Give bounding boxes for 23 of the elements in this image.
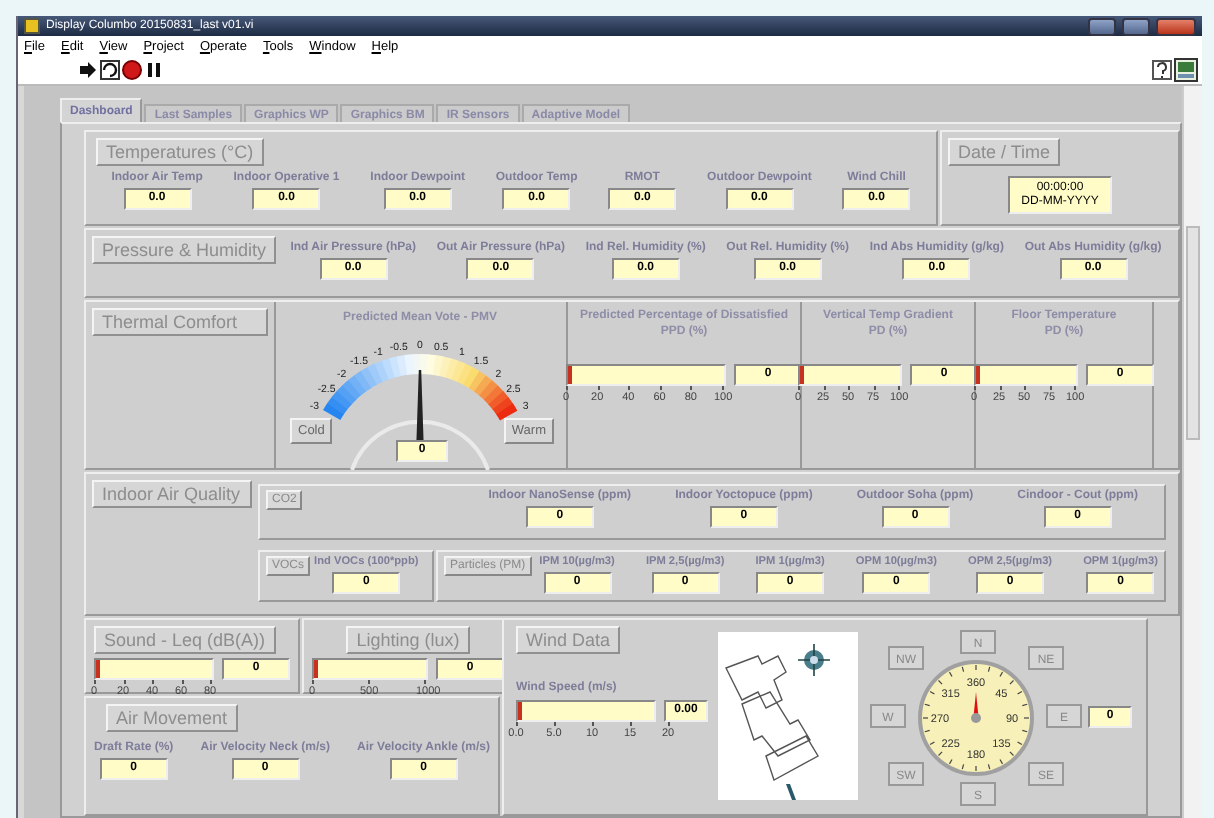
section-title: Wind Data: [516, 626, 621, 654]
section-title: Indoor Air Quality: [92, 480, 252, 508]
section-title: Temperatures (°C): [96, 138, 264, 166]
run-arrow-icon[interactable]: [78, 60, 98, 80]
stop-icon[interactable]: [122, 60, 142, 80]
help-icon[interactable]: [1152, 60, 1172, 80]
run-continuously-icon[interactable]: [100, 60, 120, 80]
compass-needle: [971, 691, 981, 722]
maximize-button[interactable]: [1122, 17, 1150, 35]
app-icon: [24, 18, 40, 34]
section-title: Thermal Comfort: [92, 308, 268, 336]
section-title: Air Movement: [106, 704, 238, 732]
section-title: Date / Time: [948, 138, 1061, 166]
section-title: Sound - Leq (dB(A)): [94, 626, 276, 654]
minimize-button[interactable]: [1088, 17, 1116, 35]
close-button[interactable]: [1156, 17, 1196, 35]
section-title: Lighting (lux): [346, 626, 470, 654]
pause-icon[interactable]: [144, 60, 164, 80]
scrollbar-thumb[interactable]: [1186, 226, 1200, 440]
gauge-needle: [416, 370, 424, 442]
vi-icon: [1174, 58, 1198, 82]
scrollbar[interactable]: [1182, 86, 1202, 818]
section-title: Pressure & Humidity: [92, 236, 277, 264]
